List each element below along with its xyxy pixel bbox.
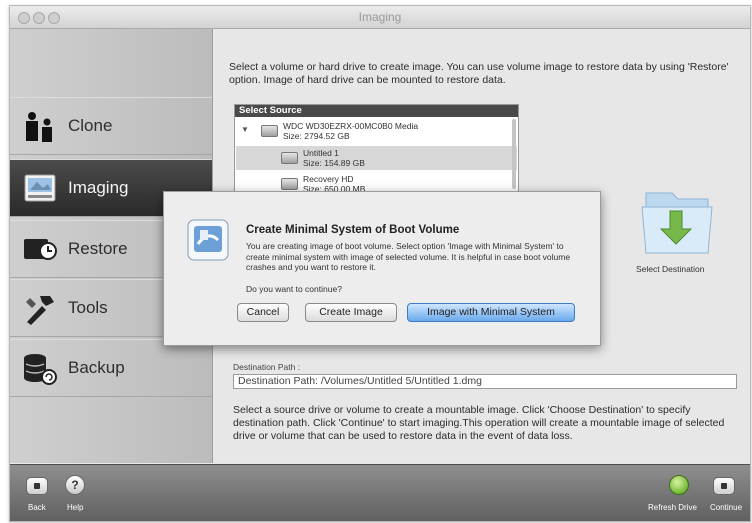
bottom-toolbar: Back ? Help Refresh Drive Continue xyxy=(10,464,750,521)
title-bar: Imaging xyxy=(10,6,750,29)
volume-icon xyxy=(281,178,298,190)
source-name: Recovery HD xyxy=(303,174,354,184)
help-label: Help xyxy=(67,503,84,512)
back-button[interactable] xyxy=(26,477,48,495)
image-with-minimal-system-button[interactable]: Image with Minimal System xyxy=(407,303,575,322)
source-list-scrollbar[interactable] xyxy=(512,119,516,189)
hard-drive-icon xyxy=(261,125,278,137)
dialog-title: Create Minimal System of Boot Volume xyxy=(246,224,460,236)
tools-icon xyxy=(26,296,54,325)
help-button[interactable]: ? xyxy=(65,475,85,495)
selected-row-highlight xyxy=(236,146,517,170)
sidebar-item-clone[interactable]: Clone xyxy=(10,97,212,155)
sidebar-item-label: Imaging xyxy=(68,178,129,197)
source-size: Size: 154.89 GB xyxy=(303,158,365,168)
dialog-question: Do you want to continue? xyxy=(246,284,342,294)
refresh-drive-button[interactable] xyxy=(669,475,689,495)
source-list[interactable]: Select Source ▼ WDC WD30EZRX-00MC0B0 Med… xyxy=(234,104,519,202)
sidebar-item-label: Restore xyxy=(68,239,128,258)
restore-drive-icon xyxy=(24,239,57,260)
sidebar-item-label: Backup xyxy=(68,358,125,377)
people-icon xyxy=(26,112,52,142)
destination-path-field[interactable]: Destination Path: /Volumes/Untitled 5/Un… xyxy=(233,374,737,389)
source-size: Size: 2794.52 GB xyxy=(283,131,350,141)
create-image-button[interactable]: Create Image xyxy=(305,303,397,322)
disk-image-icon xyxy=(24,174,56,202)
disclosure-triangle-icon[interactable]: ▼ xyxy=(241,125,249,134)
sidebar-item-label: Tools xyxy=(68,298,108,317)
continue-button[interactable] xyxy=(713,477,735,495)
cancel-button[interactable]: Cancel xyxy=(237,303,289,322)
sidebar-item-backup[interactable]: Backup xyxy=(10,339,212,397)
refresh-drive-label: Refresh Drive xyxy=(648,503,697,512)
source-row[interactable]: WDC WD30EZRX-00MC0B0 Media Size: 2794.52… xyxy=(283,121,418,141)
continue-icon xyxy=(721,483,727,489)
back-icon xyxy=(34,483,40,489)
select-destination-label: Select Destination xyxy=(636,264,705,274)
source-list-header: Select Source xyxy=(235,105,518,117)
app-alert-icon xyxy=(187,219,229,261)
sidebar-item-label: Clone xyxy=(68,116,113,135)
destination-path-label: Destination Path : xyxy=(233,362,301,372)
source-name: Untitled 1 xyxy=(303,148,339,158)
volume-icon xyxy=(281,152,298,164)
select-destination-button[interactable] xyxy=(632,181,717,271)
backup-database-icon xyxy=(24,354,57,385)
instructions-text: Select a source drive or volume to creat… xyxy=(233,404,725,442)
continue-label: Continue xyxy=(710,503,743,512)
source-name: WDC WD30EZRX-00MC0B0 Media xyxy=(283,121,419,131)
intro-text: Select a volume or hard drive to create … xyxy=(229,61,729,86)
back-label: Back xyxy=(28,503,46,512)
minimal-system-dialog: Create Minimal System of Boot Volume You… xyxy=(163,191,601,346)
folder-download-icon xyxy=(641,192,713,254)
window-title: Imaging xyxy=(358,10,402,24)
source-row[interactable]: Untitled 1 Size: 154.89 GB xyxy=(303,148,365,168)
dialog-message: You are creating image of boot volume. S… xyxy=(246,241,571,272)
